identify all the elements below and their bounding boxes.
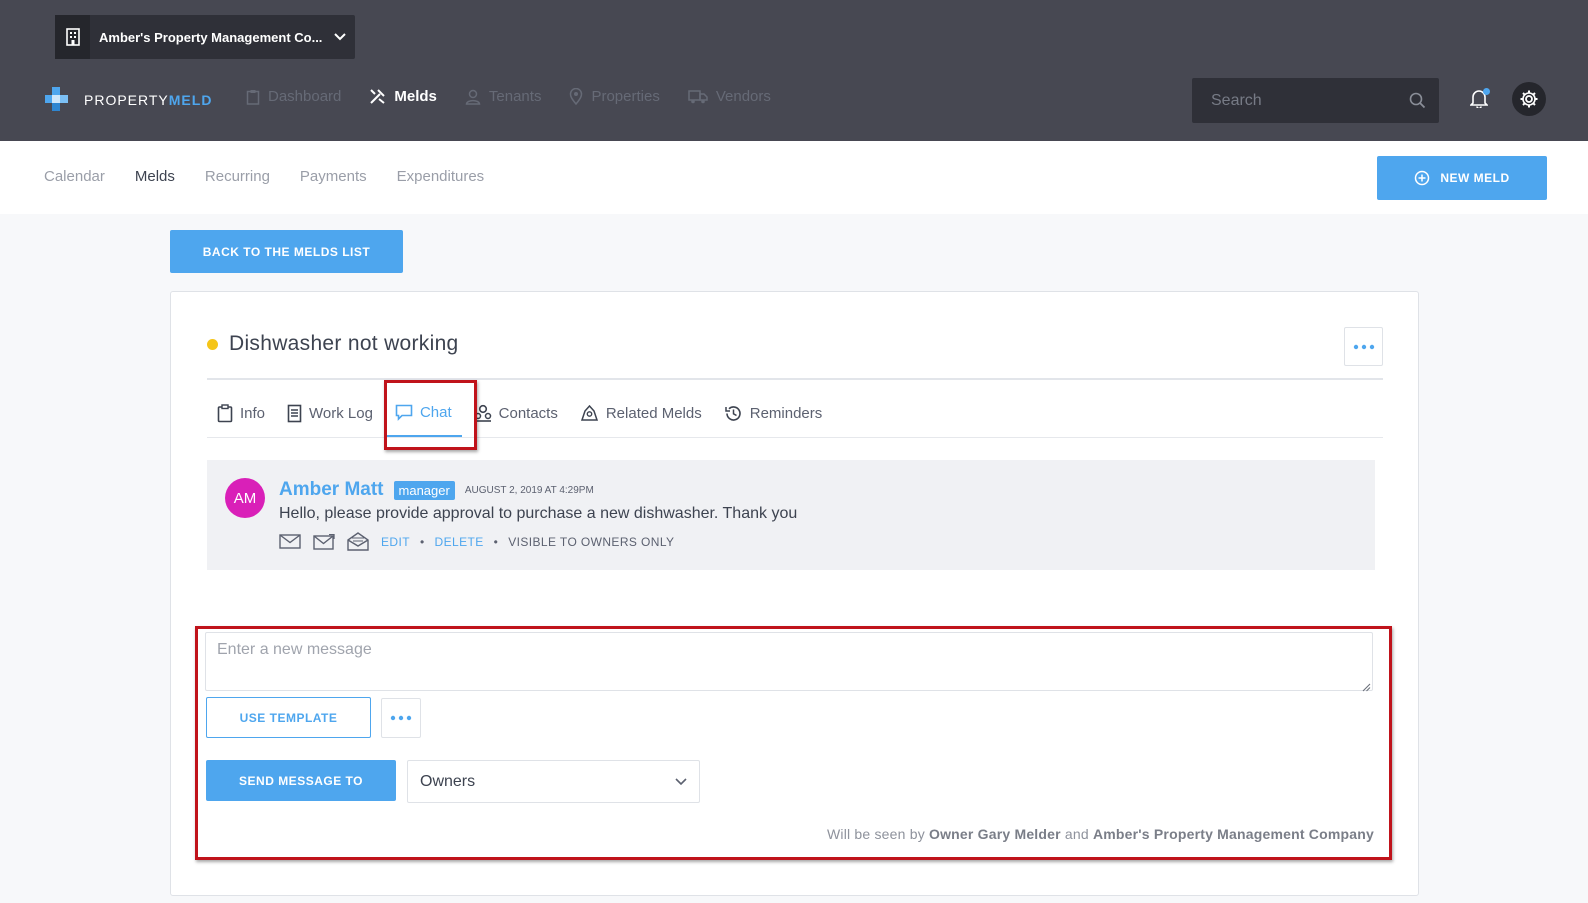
more-dots-icon — [1353, 344, 1374, 349]
logo-mark-icon — [45, 87, 68, 111]
tab-label: Contacts — [498, 404, 558, 422]
recipient-value: Owners — [420, 772, 476, 790]
edit-message-link[interactable]: EDIT — [381, 535, 410, 549]
sub-nav-items: Calendar Melds Recurring Payments Expend… — [44, 168, 514, 185]
meld-tabs: Info Work Log Chat Contacts Related Meld… — [207, 389, 1383, 438]
user-icon — [465, 89, 481, 105]
message-header: Amber Matt manager AUGUST 2, 2019 AT 4:2… — [279, 479, 594, 501]
search-icon[interactable] — [1409, 92, 1426, 114]
company-switcher[interactable]: Amber's Property Management Co... — [55, 15, 355, 59]
logo-text-property: PROPERTY — [84, 92, 169, 108]
title-divider — [207, 378, 1383, 380]
envelope-icon[interactable] — [279, 534, 301, 549]
message-body: Hello, please provide approval to purcha… — [279, 505, 798, 522]
nav-item-label: Vendors — [715, 88, 771, 105]
clipboard-icon — [246, 89, 260, 105]
tab-label: Chat — [419, 403, 452, 421]
tab-label: Work Log — [309, 404, 373, 422]
truck-icon — [688, 90, 708, 104]
subnav-item-recurring[interactable]: Recurring — [205, 168, 270, 185]
seen-by-and: and — [1064, 826, 1089, 842]
tab-chat[interactable]: Chat — [384, 389, 462, 437]
subnav-item-expenditures[interactable]: Expenditures — [397, 168, 485, 185]
message-author[interactable]: Amber Matt — [279, 479, 384, 501]
subnav-item-melds[interactable]: Melds — [135, 168, 175, 185]
nav-item-tenants[interactable]: Tenants — [465, 88, 542, 105]
nav-item-label: Dashboard — [268, 88, 342, 105]
company-name: Amber's Property Management Co... — [99, 29, 323, 45]
meld-title-row: Dishwasher not working — [207, 332, 459, 356]
send-message-button[interactable]: SEND MESSAGE TO — [206, 760, 396, 801]
sub-nav: Calendar Melds Recurring Payments Expend… — [0, 141, 1588, 214]
propertymeld-logo[interactable]: PROPERTY MELD — [44, 86, 212, 114]
plus-circle-icon — [1415, 170, 1430, 186]
tab-label: Related Melds — [605, 404, 702, 422]
tools-icon — [370, 89, 386, 104]
resize-grip-icon[interactable] — [1362, 679, 1371, 697]
settings-gear-icon[interactable] — [1512, 82, 1546, 116]
notifications-bell-icon[interactable] — [1469, 88, 1490, 113]
envelope-open-icon[interactable] — [347, 532, 369, 551]
nav-item-label: Melds — [394, 88, 437, 105]
separator-dot: • — [493, 534, 499, 549]
nav-item-properties[interactable]: Properties — [569, 88, 660, 105]
top-header: Amber's Property Management Co... PROPER… — [0, 0, 1588, 141]
chevron-down-icon — [325, 30, 355, 44]
building-icon — [55, 15, 90, 59]
composer-more-options-button[interactable] — [381, 698, 421, 738]
status-dot — [207, 338, 218, 350]
tab-related-melds[interactable]: Related Melds — [570, 389, 712, 437]
nav-item-dashboard[interactable]: Dashboard — [246, 88, 341, 105]
role-badge: manager — [393, 480, 455, 500]
nav-item-vendors[interactable]: Vendors — [688, 88, 771, 105]
delete-message-link[interactable]: DELETE — [435, 535, 484, 549]
seen-by-note: Will be seen by Owner Gary Melder and Am… — [827, 826, 1374, 842]
avatar: AM — [225, 478, 265, 518]
envelope-sent-icon[interactable] — [313, 533, 335, 550]
meld-card: Dishwasher not working Info Work Log Cha… — [170, 291, 1419, 896]
separator-dot: • — [419, 534, 425, 549]
tab-work-log[interactable]: Work Log — [277, 389, 383, 437]
nav-item-melds[interactable]: Melds — [369, 88, 437, 105]
search-input[interactable] — [1192, 78, 1439, 123]
nav-item-label: Tenants — [488, 88, 542, 105]
back-to-melds-button[interactable]: BACK TO THE MELDS LIST — [170, 230, 403, 273]
message-timestamp: AUGUST 2, 2019 AT 4:29PM — [464, 484, 594, 496]
clipboard-icon — [217, 403, 233, 422]
tab-label: Info — [240, 404, 266, 422]
tab-contacts[interactable]: Contacts — [464, 389, 568, 437]
more-dots-icon — [390, 715, 412, 721]
seen-by-company: Amber's Property Management Company — [1092, 826, 1374, 842]
main-nav: Dashboard Melds Tenants Properties Vendo… — [246, 88, 799, 105]
new-message-input[interactable] — [205, 632, 1373, 691]
message-actions: EDIT • DELETE • VISIBLE TO OWNERS ONLY — [279, 532, 674, 551]
chevron-down-icon — [675, 777, 687, 785]
map-pin-icon — [570, 88, 583, 105]
chat-message: AM Amber Matt manager AUGUST 2, 2019 AT … — [207, 460, 1375, 570]
search-box — [1192, 78, 1439, 123]
logo-text-meld: MELD — [168, 92, 213, 108]
history-icon — [724, 405, 741, 421]
tab-label: Reminders — [749, 404, 823, 422]
chat-icon — [395, 404, 413, 421]
new-meld-button[interactable]: NEW MELD — [1377, 156, 1547, 200]
related-icon — [580, 404, 598, 421]
seen-by-owner: Owner Gary Melder — [929, 826, 1061, 842]
subnav-item-calendar[interactable]: Calendar — [44, 168, 105, 185]
seen-by-prefix: Will be seen by — [826, 826, 925, 842]
tab-info[interactable]: Info — [207, 389, 275, 437]
recipient-select[interactable]: Owners — [407, 760, 700, 803]
document-icon — [287, 404, 302, 422]
nav-item-label: Properties — [591, 88, 660, 105]
tab-reminders[interactable]: Reminders — [714, 389, 833, 437]
new-meld-label: NEW MELD — [1440, 171, 1510, 185]
meld-more-options-button[interactable] — [1344, 327, 1383, 366]
visibility-label: VISIBLE TO OWNERS ONLY — [508, 534, 675, 549]
meld-title: Dishwasher not working — [229, 332, 459, 355]
contacts-icon — [474, 404, 491, 422]
subnav-item-payments[interactable]: Payments — [300, 168, 367, 185]
notification-dot — [1483, 88, 1490, 95]
use-template-button[interactable]: USE TEMPLATE — [206, 697, 371, 738]
